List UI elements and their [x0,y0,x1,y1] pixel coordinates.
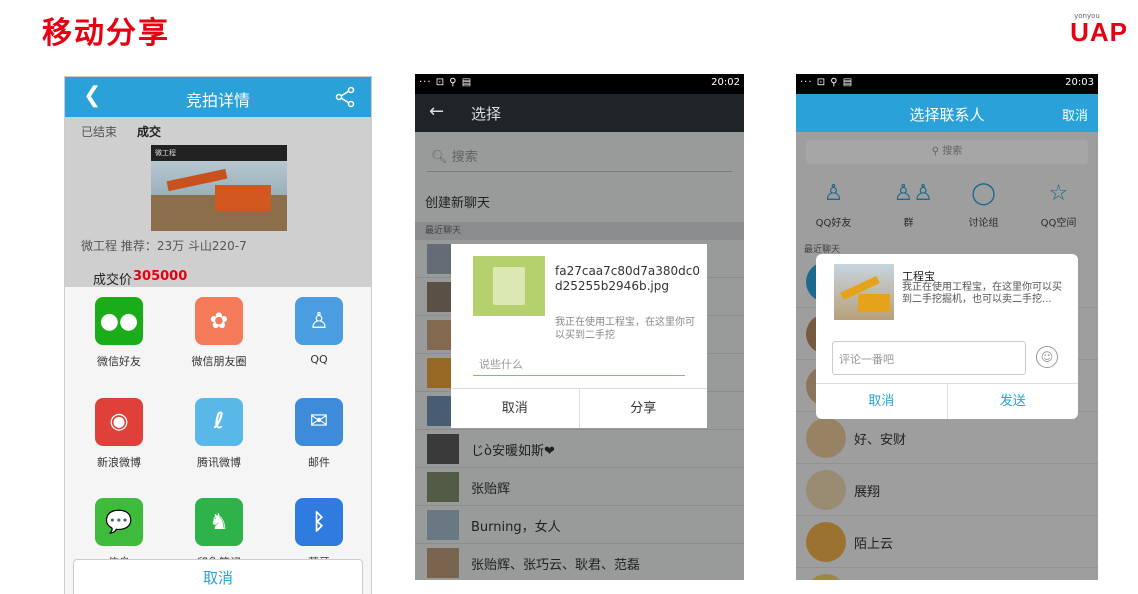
qq-icon: ♙ [295,297,343,345]
share-app-grid: ●●微信好友✿微信朋友圈♙QQ◉新浪微博ℓ腾讯微博✉邮件💬信息♞印象笔记ᛒ蓝牙 [65,287,371,594]
file-name: fa27caa7c80d7a380dc0d25255b2946b.jpg [555,264,701,293]
phone-wechat-select: ··· ⊡ ⚲ ▤ 20:02 ← 选择 🔍︎ 搜索 创建新聊天 最近聊天 じò… [415,74,744,580]
slide: 移动分享 yonyou UAP ❮ 竞拍详情 已结束 成交 微工程 微工程 推荐… [0,0,1138,594]
file-description: 我正在使用工程宝，在这里你可以买到二手挖 [555,317,695,341]
message-input[interactable]: 说些什么 [473,356,685,376]
share-app-qq[interactable]: ♙ QQ [269,297,369,379]
phone-qq-select-contact: ··· ⊡ ⚲ ▤ 20:03 选择联系人 取消 ⚲ 搜索 ♙ QQ好友 ♙♙ 群 ◯ 讨… [796,74,1098,580]
status-bar-icons: ··· ⊡ ⚲ ▤ [800,77,854,88]
message-icon: 💬 [95,498,143,547]
share-app-mail[interactable]: ✉ 邮件 [269,397,369,480]
evernote-icon: ♞ [195,498,243,547]
select-header-title: 选择 [471,105,502,123]
back-arrow-icon[interactable]: ← [429,101,444,122]
select-header: ← 选择 [415,94,744,132]
price-label: 成交价 [93,273,133,288]
auction-header: ❮ 竞拍详情 [65,77,371,117]
share-cancel-button[interactable]: 取消 [73,559,363,594]
image-bar-text: 微工程 [151,145,287,161]
mail-icon: ✉ [295,397,343,446]
slide-title: 移动分享 [42,16,170,51]
status-bar: ··· ⊡ ⚲ ▤ 20:03 [796,74,1098,94]
share-app-weibo[interactable]: ◉ 新浪微博 [69,397,169,480]
share-app-label: 新浪微博 [97,455,141,469]
share-app-tencent-weibo[interactable]: ℓ 腾讯微博 [169,397,269,480]
status-bar-time: 20:03 [1065,77,1094,88]
status-label: 已结束 [81,125,118,139]
cancel-button[interactable]: 取消 [451,389,579,428]
select-contact-header: 选择联系人 取消 [796,94,1098,132]
send-button[interactable]: 发送 [946,384,1079,419]
auction-header-title: 竞拍详情 [185,91,250,110]
price-value: 305000 [133,269,188,284]
status-bar-time: 20:02 [711,77,740,88]
dialog-buttons: 取消 分享 [451,388,707,428]
share-app-label: 邮件 [308,455,330,469]
share-app-moments[interactable]: ✿ 微信朋友圈 [169,297,269,379]
emoji-icon[interactable]: ☺ [1036,346,1058,368]
dialog-description: 我正在使用工程宝，在这里你可以买到二手挖掘机，也可以卖二手挖... [902,282,1062,305]
phone-auction-detail: ❮ 竞拍详情 已结束 成交 微工程 微工程 推荐：23万 斗山220-7 成交价… [64,76,372,594]
share-app-label: 微信好友 [97,355,141,368]
file-icon [473,256,545,316]
wechat-icon: ●● [95,297,143,345]
select-contact-title: 选择联系人 [909,106,985,124]
share-app-wechat[interactable]: ●● 微信好友 [69,297,169,379]
weibo-icon: ◉ [95,397,143,446]
share-app-label: 微信朋友圈 [191,355,247,368]
share-button[interactable]: 分享 [578,389,708,428]
share-icon[interactable] [333,85,357,109]
logo-big-text: UAP [1070,17,1128,47]
excavator-image: 微工程 [151,145,287,231]
comment-input[interactable]: 评论一番吧 [832,341,1026,375]
header-cancel-button[interactable]: 取消 [1062,105,1088,124]
status-bar: ··· ⊡ ⚲ ▤ 20:02 [415,74,744,94]
dialog-buttons: 取消 发送 [816,383,1078,419]
share-app-label: QQ [310,353,328,366]
uap-logo: yonyou UAP [1070,12,1128,45]
share-file-dialog: fa27caa7c80d7a380dc0d25255b2946b.jpg 我正在… [451,244,707,428]
cancel-button[interactable]: 取消 [816,384,947,419]
tencent-weibo-icon: ℓ [195,397,243,446]
status-bar-icons: ··· ⊡ ⚲ ▤ [419,77,473,88]
share-app-label: 腾讯微博 [197,455,241,469]
moments-icon: ✿ [195,297,243,345]
auction-body: 已结束 成交 微工程 微工程 推荐：23万 斗山220-7 成交价 305000 [65,117,371,288]
share-comment-dialog: 工程宝 我正在使用工程宝，在这里你可以买到二手挖掘机，也可以卖二手挖... 评论… [816,254,1078,419]
bluetooth-icon: ᛒ [295,498,343,547]
excavator-thumbnail [834,264,894,320]
status-value: 成交 [137,125,162,139]
auction-description: 微工程 推荐：23万 斗山220-7 [81,239,247,253]
